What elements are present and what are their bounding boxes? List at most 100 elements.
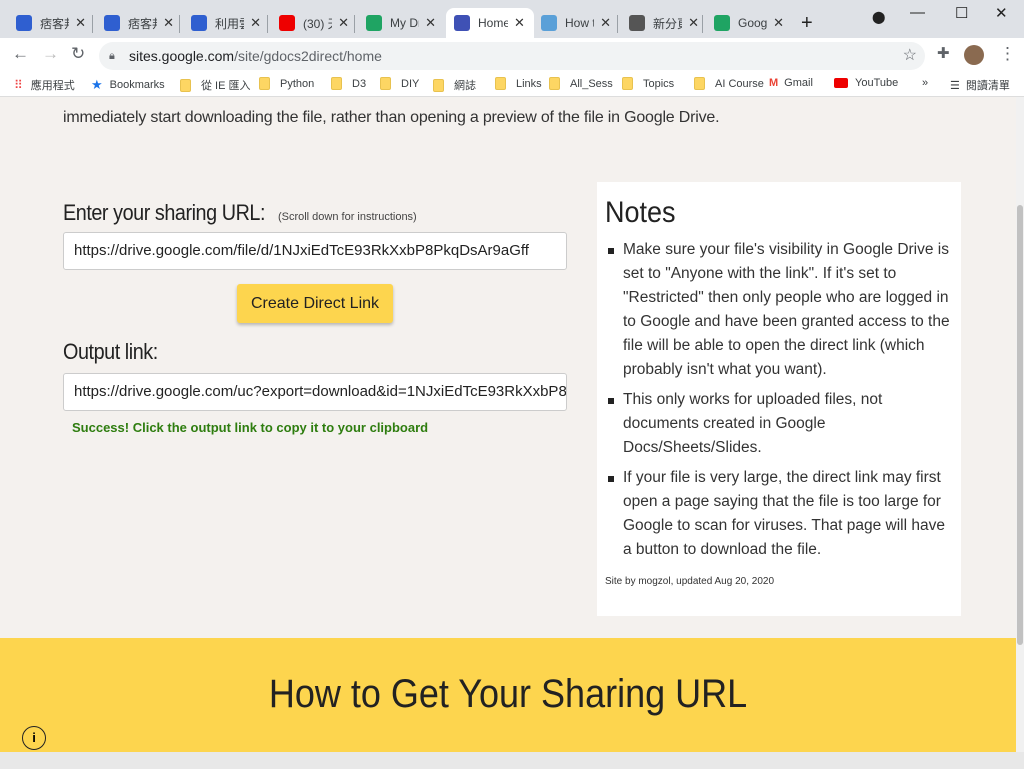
bookmark-item[interactable]: 從 IE 匯入: [180, 77, 251, 93]
close-tab-icon[interactable]: ✕: [163, 15, 174, 31]
avatar[interactable]: [964, 45, 984, 65]
extensions-icon[interactable]: ✚: [937, 44, 950, 62]
bookmark-item[interactable]: DIY: [380, 77, 419, 90]
bookmark-item[interactable]: 網誌: [433, 77, 476, 93]
reload-icon[interactable]: ↻: [71, 44, 85, 64]
bookmark-item[interactable]: Topics: [622, 77, 674, 90]
tab[interactable]: 新分頁 ✕: [621, 8, 707, 38]
site-credit: Site by mogzol, updated Aug 20, 2020: [605, 576, 775, 587]
star-icon: ★: [91, 77, 103, 92]
bookmark-item[interactable]: All_Sess: [549, 77, 613, 90]
bookmark-item[interactable]: Links: [495, 77, 542, 90]
tab[interactable]: My Dr ✕: [358, 8, 444, 38]
bookmark-label: DIY: [401, 77, 420, 90]
output-link-input[interactable]: https://drive.google.com/uc?export=downl…: [63, 373, 567, 411]
tab-label: 新分頁: [653, 16, 682, 31]
tab-label: (30) 天: [303, 16, 332, 31]
bookmarks-overflow[interactable]: »: [922, 77, 928, 89]
youtube-icon: [279, 15, 295, 31]
tab-label: 痞客邦: [128, 16, 157, 31]
bookmark-item[interactable]: ★ Bookmarks: [91, 77, 165, 93]
lock-icon: 🔒︎: [109, 50, 115, 62]
enter-url-hint: (Scroll down for instructions): [277, 211, 417, 223]
folder-icon: [694, 77, 705, 90]
url-host: sites.google.com: [129, 48, 235, 64]
toolbar: ← → ↻ 🔒︎ sites.google.com/site/gdocs2dir…: [0, 38, 1024, 72]
enter-url-label: Enter your sharing URL:: [63, 200, 266, 225]
tab-separator: [702, 15, 703, 33]
tab[interactable]: How t ✕: [533, 8, 619, 38]
back-icon[interactable]: ←: [12, 44, 29, 64]
tab-label: My Dr: [390, 16, 420, 30]
url-path: /site/gdocs2direct/home: [234, 48, 382, 64]
folder-icon: [622, 77, 633, 90]
bookmark-label: D3: [352, 77, 367, 90]
close-tab-icon[interactable]: ✕: [688, 15, 699, 31]
window-bottom: [0, 752, 1024, 769]
section-banner: How to Get Your Sharing URL: [0, 638, 1016, 752]
bookmark-item[interactable]: ⠿ 應用程式: [14, 77, 75, 93]
bookmark-label: AI Course: [715, 77, 764, 90]
tab-label: 利用雲: [215, 16, 244, 31]
close-tab-icon[interactable]: ✕: [75, 15, 86, 31]
new-tab-button[interactable]: +: [801, 12, 813, 35]
minimize-button[interactable]: —: [910, 4, 925, 21]
folder-icon: [549, 77, 560, 90]
reading-list-button[interactable]: ☰ 閱讀清單: [950, 77, 1010, 93]
tab-search-icon[interactable]: ⬤: [872, 10, 885, 24]
folder-icon: [380, 77, 391, 90]
bookmark-item[interactable]: M Gmail: [769, 77, 813, 89]
address-bar[interactable]: 🔒︎ sites.google.com/site/gdocs2direct/ho…: [99, 42, 925, 70]
bookmark-label: All_Sess: [570, 77, 613, 90]
star-icon[interactable]: ☆: [903, 42, 917, 70]
info-icon[interactable]: i: [22, 726, 46, 750]
pixnet-icon: [191, 15, 207, 31]
forward-icon[interactable]: →: [42, 44, 59, 64]
close-tab-icon[interactable]: ✕: [773, 15, 784, 31]
bookmark-item[interactable]: YouTube: [834, 77, 898, 89]
folder-icon: [495, 77, 506, 90]
close-tab-icon[interactable]: ✕: [425, 15, 436, 31]
menu-icon[interactable]: ⋮: [999, 44, 1016, 64]
bookmark-label: Gmail: [784, 77, 813, 89]
create-direct-link-button[interactable]: Create Direct Link: [237, 284, 393, 323]
note-item: Make sure your file's visibility in Goog…: [605, 238, 953, 382]
bookmark-item[interactable]: AI Course: [694, 77, 764, 90]
pixnet-icon: [16, 15, 32, 31]
tab-separator: [92, 15, 93, 33]
scrollbar-thumb[interactable]: [1017, 205, 1023, 645]
notes-title: Notes: [605, 196, 676, 229]
page-content: immediately start downloading the file, …: [0, 97, 1016, 752]
cloud-icon: [541, 15, 557, 31]
tab[interactable]: 痞客邦 ✕: [8, 8, 94, 38]
bookmark-label: 網誌: [454, 80, 476, 92]
success-message: Success! Click the output link to copy i…: [72, 420, 429, 435]
close-window-button[interactable]: ✕: [995, 4, 1008, 22]
sharing-url-input[interactable]: https://drive.google.com/file/d/1NJxiEdT…: [63, 232, 567, 270]
tab[interactable]: Home ✕: [446, 8, 534, 38]
notes-panel: Notes Make sure your file's visibility i…: [597, 182, 961, 616]
bookmark-item[interactable]: Python: [259, 77, 314, 90]
section-title: How to Get Your Sharing URL: [268, 672, 748, 716]
close-tab-icon[interactable]: ✕: [514, 15, 525, 31]
bookmark-label: 從 IE 匯入: [201, 80, 251, 92]
folder-icon: [259, 77, 270, 90]
note-item: If your file is very large, the direct l…: [605, 466, 953, 562]
maximize-button[interactable]: ☐: [955, 4, 968, 22]
bookmark-label: Topics: [643, 77, 675, 90]
close-tab-icon[interactable]: ✕: [338, 15, 349, 31]
bookmark-label: 應用程式: [30, 80, 75, 92]
tab-strip: 痞客邦 ✕ 痞客邦 ✕ 利用雲 ✕ (30) 天 ✕ My Dr ✕ Home ✕ How t ✕ 新分頁 ✕…: [0, 0, 1024, 38]
folder-icon: [433, 78, 444, 92]
tab[interactable]: (30) 天 ✕: [271, 8, 357, 38]
tab[interactable]: 利用雲 ✕: [183, 8, 269, 38]
tab[interactable]: 痞客邦 ✕: [96, 8, 182, 38]
tab-separator: [179, 15, 180, 33]
tab-label: Googl: [738, 16, 768, 30]
tab[interactable]: Googl ✕: [706, 8, 792, 38]
close-tab-icon[interactable]: ✕: [600, 15, 611, 31]
tab-separator: [354, 15, 355, 33]
drive-icon: [366, 15, 382, 31]
close-tab-icon[interactable]: ✕: [250, 15, 261, 31]
bookmark-item[interactable]: D3: [331, 77, 366, 90]
